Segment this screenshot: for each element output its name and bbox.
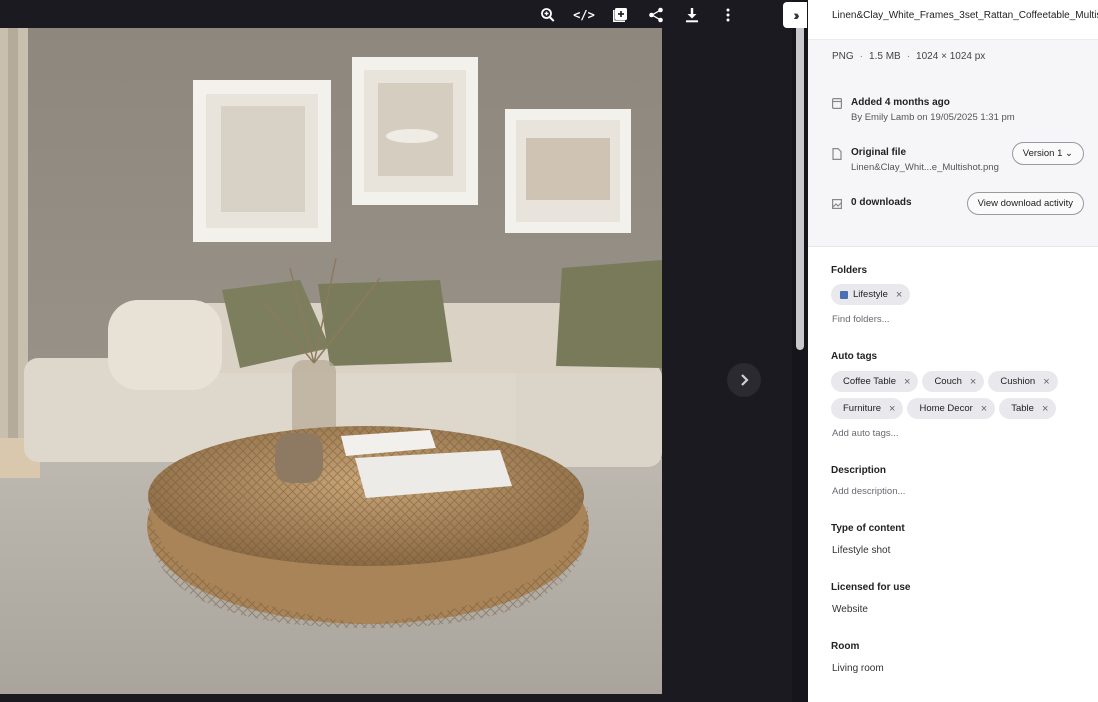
licensed-for-use-value[interactable]: Website [832, 604, 1098, 615]
type-of-content-label: Type of content [831, 523, 905, 534]
folder-chip[interactable]: Lifestyle × [831, 284, 911, 305]
room-section: Room Living room [808, 615, 1098, 674]
details-panel: Linen&Clay_White_Frames_3set_Rattan_Coff… [808, 0, 1098, 702]
tag-chip-label: Home Decor [919, 403, 973, 414]
download-button[interactable] [674, 0, 710, 30]
collapse-panel-button[interactable]: ›› [783, 2, 807, 28]
preview-image [0, 28, 662, 694]
add-auto-tags-input[interactable]: Add auto tags... [832, 428, 1098, 439]
original-file-info: Original file Linen&Clay_Whit...e_Multis… [808, 142, 1098, 196]
double-chevron-right-icon: ›› [793, 7, 800, 23]
remove-tag-icon[interactable]: × [1042, 403, 1048, 415]
folder-icon [840, 290, 848, 299]
tag-chip-label: Table [1011, 403, 1034, 414]
add-to-collection-button[interactable] [602, 0, 638, 30]
tag-chip[interactable]: Furniture × [831, 398, 904, 419]
tag-chip[interactable]: Couch × [922, 371, 985, 392]
more-vertical-icon [726, 8, 730, 22]
scrollbar-thumb[interactable] [796, 2, 804, 350]
separator: · [906, 51, 911, 62]
file-dimensions: 1024 × 1024 px [916, 51, 986, 62]
downloads-info: 0 downloads View download activity [808, 192, 1098, 246]
separator: · [859, 51, 864, 62]
tag-chip-label: Cushion [1000, 376, 1036, 387]
file-icon [832, 147, 842, 160]
folder-chip-label: Lifestyle [853, 289, 888, 300]
auto-tags-section: Auto tags Coffee Table × Couch × Cushion × Fur… [808, 325, 1098, 439]
room-label: Room [831, 641, 860, 652]
image-viewer: </> [0, 0, 792, 702]
asset-title: Linen&Clay_White_Frames_3set_Rattan_Coff… [808, 0, 1098, 40]
folders-section: Folders Lifestyle × Find folders... [808, 247, 1098, 325]
file-info: PNG · 1.5 MB · 1024 × 1024 px [808, 40, 1098, 84]
image-icon [832, 197, 843, 210]
remove-folder-icon[interactable]: × [896, 289, 902, 301]
added-by: By Emily Lamb on 19/05/2025 1:31 pm [851, 112, 1015, 123]
remove-tag-icon[interactable]: × [981, 403, 987, 415]
description-input[interactable]: Add description... [832, 486, 1098, 497]
room-value[interactable]: Living room [832, 663, 1098, 674]
licensed-for-use-section: Licensed for use Website [808, 556, 1098, 615]
add-to-collection-icon [613, 8, 627, 22]
find-folders-input[interactable]: Find folders... [832, 314, 1098, 325]
next-image-button[interactable] [727, 363, 761, 397]
file-format: PNG [832, 51, 854, 62]
folders-label: Folders [831, 265, 868, 276]
tag-chip-label: Furniture [843, 403, 882, 414]
asset-metadata: PNG · 1.5 MB · 1024 × 1024 px Added 4 months… [808, 40, 1098, 247]
remove-tag-icon[interactable]: × [1043, 376, 1049, 388]
licensed-for-use-label: Licensed for use [831, 582, 911, 593]
embed-code-button[interactable]: </> [566, 0, 602, 30]
code-icon: </> [573, 8, 595, 22]
description-label: Description [831, 465, 887, 476]
tag-chip-label: Couch [934, 376, 962, 387]
type-of-content-section: Type of content Lifestyle shot [808, 497, 1098, 556]
tag-chip[interactable]: Coffee Table × [831, 371, 919, 392]
calendar-icon [832, 96, 843, 110]
zoom-button[interactable] [530, 0, 566, 30]
file-size: 1.5 MB [869, 51, 901, 62]
auto-tags-label: Auto tags [831, 351, 878, 362]
more-options-button[interactable] [710, 0, 746, 30]
viewer-toolbar: </> [530, 0, 746, 30]
view-download-activity-button[interactable]: View download activity [966, 192, 1084, 215]
tag-chip[interactable]: Cushion × [988, 371, 1058, 392]
type-of-content-value[interactable]: Lifestyle shot [832, 545, 1098, 556]
tag-chip[interactable]: Home Decor × [907, 398, 996, 419]
share-button[interactable] [638, 0, 674, 30]
viewer-scrollbar[interactable] [792, 0, 808, 702]
added-info: Added 4 months ago By Emily Lamb on 19/0… [808, 84, 1098, 146]
share-icon [649, 7, 663, 23]
tag-chip[interactable]: Table × [999, 398, 1057, 419]
version-dropdown[interactable]: Version 1 ⌄ [1011, 142, 1084, 165]
tag-chip-label: Coffee Table [843, 376, 896, 387]
description-section: Description Add description... [808, 439, 1098, 497]
zoom-in-icon [541, 8, 555, 22]
remove-tag-icon[interactable]: × [889, 403, 895, 415]
remove-tag-icon[interactable]: × [904, 376, 910, 388]
chevron-right-icon [741, 374, 749, 386]
added-title: Added 4 months ago [851, 97, 950, 108]
download-icon [686, 8, 698, 23]
remove-tag-icon[interactable]: × [970, 376, 976, 388]
